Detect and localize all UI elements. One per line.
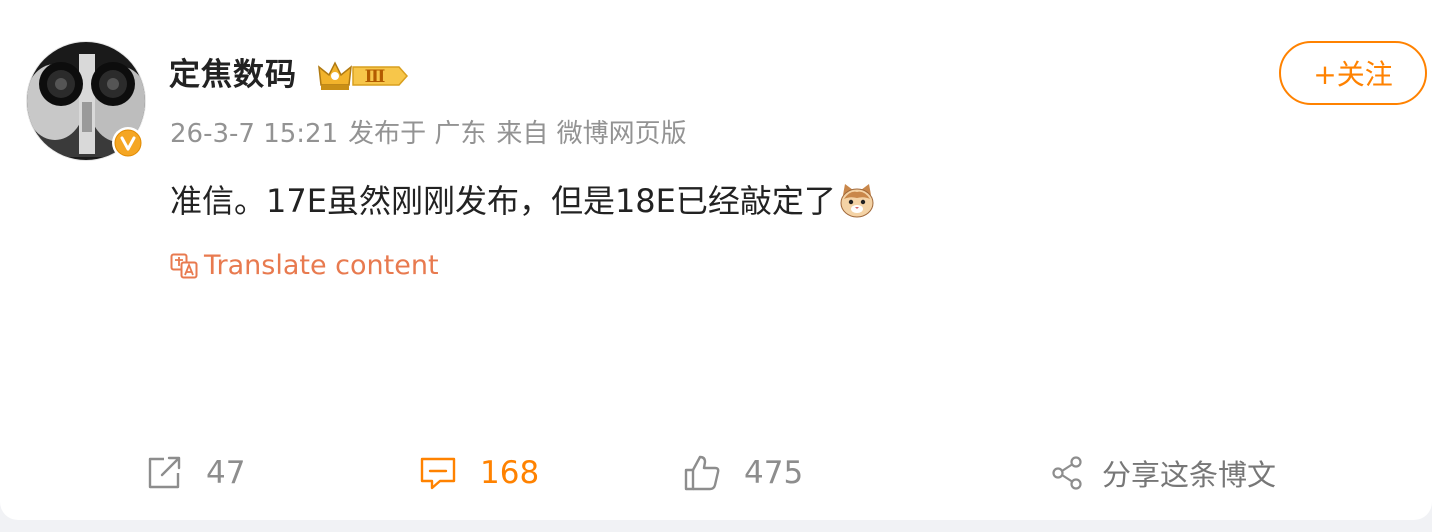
comment-count: 168 (480, 455, 540, 491)
cat-emoji-icon (840, 184, 874, 218)
repost-count: 47 (206, 455, 246, 491)
like-icon (682, 453, 722, 493)
svg-text:Ⅲ: Ⅲ (365, 67, 386, 87)
like-button[interactable]: 475 (682, 448, 803, 498)
post-text: 准信。17E虽然刚刚发布，但是18E已经敲定了 (170, 182, 836, 220)
follow-button[interactable]: +关注 (1279, 41, 1427, 105)
post-location: 发布于 广东 (348, 119, 487, 149)
avatar[interactable] (26, 41, 146, 161)
post-body: 准信。17E虽然刚刚发布，但是18E已经敲定了 (170, 176, 876, 226)
translate-label: Translate content (204, 250, 439, 281)
translate-icon (170, 253, 198, 279)
post-timestamp[interactable]: 26-3-7 15:21 (170, 119, 338, 149)
verified-icon (111, 126, 145, 160)
post-meta: 26-3-7 15:21 发布于 广东 来自 微博网页版 (170, 115, 697, 153)
repost-button[interactable]: 47 (144, 448, 245, 498)
translate-button[interactable]: Translate content (170, 246, 439, 286)
share-icon (1050, 455, 1086, 491)
post-source: 来自 微博网页版 (496, 119, 687, 149)
weibo-post-card: 定焦数码 Ⅲ 26-3-7 15:21 发布于 广东 来自 微博网页版 +关注 准信… (0, 0, 1432, 520)
repost-icon (144, 453, 184, 493)
username[interactable]: 定焦数码 (169, 53, 297, 97)
vip-crown-icon[interactable]: Ⅲ (317, 59, 409, 93)
comment-button[interactable]: 168 (418, 448, 539, 498)
share-button[interactable]: 分享这条博文 (1050, 448, 1276, 498)
share-label: 分享这条博文 (1102, 458, 1277, 492)
comment-icon (418, 453, 458, 493)
like-count: 475 (744, 455, 804, 491)
